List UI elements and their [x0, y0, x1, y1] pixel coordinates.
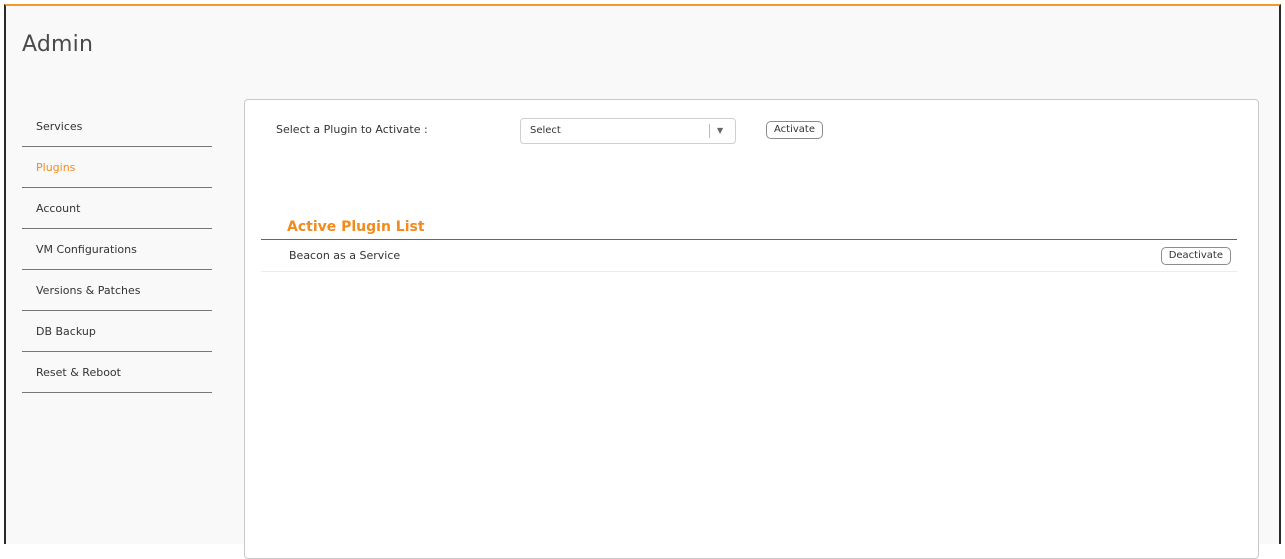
sidebar-nav: Services Plugins Account VM Configuratio… — [22, 106, 212, 393]
select-value: Select — [530, 125, 561, 136]
plugin-select-dropdown[interactable]: Select ▼ — [520, 118, 736, 144]
plugins-panel: Select a Plugin to Activate : Select ▼ A… — [244, 99, 1259, 559]
caret-down-icon: ▼ — [717, 126, 724, 135]
deactivate-button[interactable]: Deactivate — [1160, 247, 1231, 265]
active-plugin-list-title: Active Plugin List — [287, 219, 425, 235]
sidebar-item-services[interactable]: Services — [22, 106, 212, 147]
sidebar-item-db-backup[interactable]: DB Backup — [22, 311, 212, 352]
activate-button[interactable]: Activate — [766, 121, 823, 139]
page-title: Admin — [22, 32, 94, 57]
sidebar-item-versions-patches[interactable]: Versions & Patches — [22, 270, 212, 311]
sidebar-item-vm-configurations[interactable]: VM Configurations — [22, 229, 212, 270]
sidebar-item-reset-reboot[interactable]: Reset & Reboot — [22, 352, 212, 393]
plugin-name: Beacon as a Service — [289, 249, 401, 262]
sidebar-item-plugins[interactable]: Plugins — [22, 147, 212, 188]
select-divider — [709, 124, 710, 138]
admin-window: Admin Services Plugins Account VM Config… — [4, 4, 1281, 559]
sidebar-item-account[interactable]: Account — [22, 188, 212, 229]
plugin-row: Beacon as a Service Deactivate — [261, 240, 1237, 272]
select-plugin-label: Select a Plugin to Activate : — [276, 123, 428, 136]
